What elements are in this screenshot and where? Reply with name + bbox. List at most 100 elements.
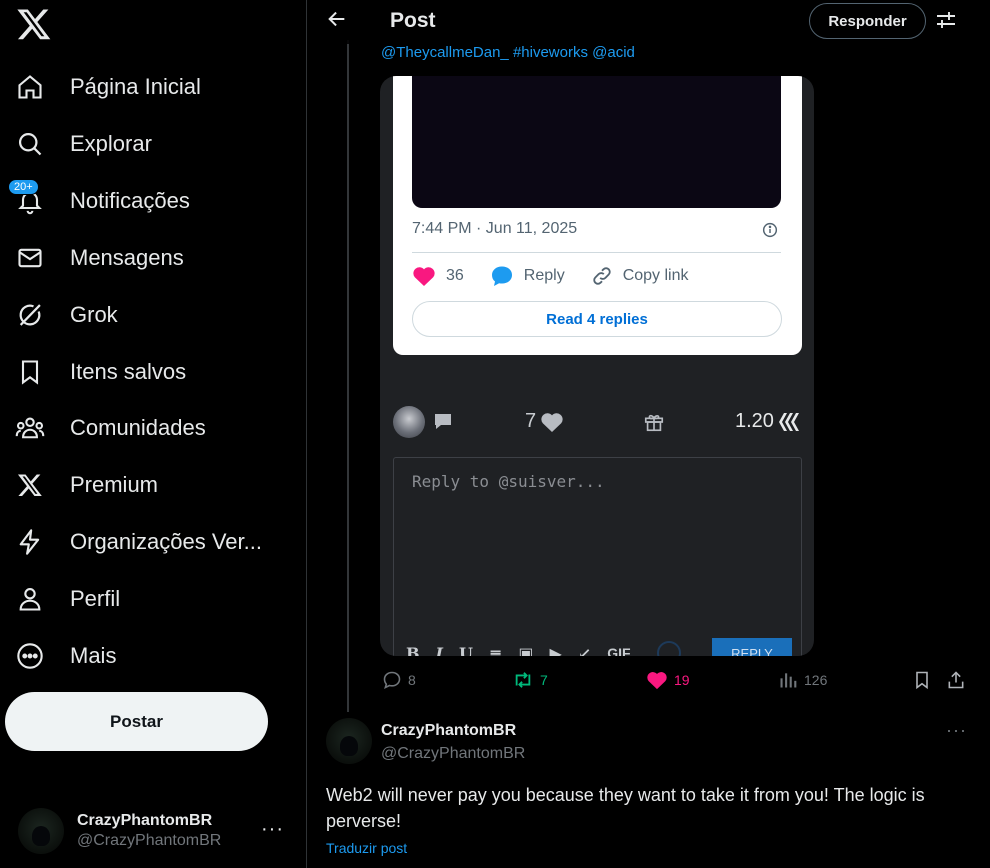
embedded-tweet[interactable]: 7:44 PM · Jun 11, 2025 36 Reply Copy lin… [393, 76, 802, 355]
bell-icon: 20+ [8, 179, 46, 217]
gif-button[interactable]: GIF [607, 645, 630, 656]
nav-bookmarks-label: Itens salvos [70, 359, 187, 384]
person-icon [14, 583, 46, 615]
nav-bookmarks[interactable]: Itens salvos [14, 350, 186, 394]
nav-explore[interactable]: Explorar [14, 122, 152, 166]
reply-icon [383, 671, 401, 689]
header-reply-button[interactable]: Responder [809, 3, 926, 39]
editor-toolbar: B I U ≡ ▣ ▶ ↙ GIF [406, 638, 681, 656]
comment-icon[interactable] [433, 413, 453, 431]
embed-actions: 36 Reply Copy link [412, 264, 715, 288]
notification-badge: 20+ [8, 179, 39, 195]
share-action[interactable] [946, 670, 972, 690]
embed-reply[interactable]: Reply [490, 265, 565, 287]
x-logo-icon[interactable] [16, 6, 52, 42]
nav-notifications[interactable]: 20+ Notificações [8, 179, 190, 223]
nav-messages-label: Mensagens [70, 245, 184, 270]
grok-icon [14, 299, 46, 331]
image-button[interactable]: ▣ [518, 644, 533, 657]
reply-author-handle[interactable]: @CrazyPhantomBR [381, 745, 525, 763]
link-button[interactable]: ↙ [578, 644, 591, 657]
reply-action[interactable]: 8 [382, 670, 416, 690]
card-stats: 7 1.20 [393, 406, 803, 438]
embed-like-count: 36 [446, 267, 464, 284]
bookmark-icon [14, 356, 46, 388]
account-handle: @CrazyPhantomBR [77, 832, 222, 849]
payout-value[interactable]: 1.20 [735, 410, 800, 433]
post-actions: 8 7 19 126 [380, 670, 970, 694]
reply-count: 8 [408, 672, 416, 688]
list-button[interactable]: ≡ [489, 644, 502, 657]
reply-textarea[interactable] [394, 458, 801, 628]
link-icon [593, 267, 611, 285]
translate-link[interactable]: Traduzir post [326, 840, 407, 856]
vote-control[interactable]: 7 [525, 410, 564, 433]
account-more-icon[interactable]: ··· [261, 818, 284, 841]
reply-more-icon[interactable]: ··· [946, 720, 967, 741]
nav-home[interactable]: Página Inicial [14, 65, 201, 109]
speech-bubble-icon [491, 266, 512, 286]
bold-button[interactable]: B [406, 644, 420, 657]
nav-premium-label: Premium [70, 472, 159, 497]
more-circle-icon [14, 640, 46, 672]
views-action[interactable]: 126 [778, 670, 827, 690]
embed-like[interactable]: 36 [412, 265, 464, 287]
italic-button[interactable]: I [436, 644, 443, 657]
search-icon [14, 128, 46, 160]
avatar[interactable] [326, 718, 372, 764]
nav-home-label: Página Inicial [70, 74, 201, 99]
like-action[interactable]: 19 [646, 670, 690, 690]
read-replies-button[interactable]: Read 4 replies [412, 301, 782, 337]
hive-logo-icon [778, 412, 799, 431]
communities-icon [14, 412, 46, 444]
like-count: 19 [674, 672, 690, 688]
embed-timestamp[interactable]: 7:44 PM · Jun 11, 2025 [412, 220, 577, 238]
nav-more[interactable]: Mais [14, 634, 116, 678]
nav-communities[interactable]: Comunidades [14, 406, 206, 450]
nav-profile-label: Perfil [70, 586, 121, 611]
divider [412, 252, 781, 253]
settings-sliders-icon[interactable] [934, 8, 958, 32]
reply-author-name[interactable]: CrazyPhantomBR [381, 722, 516, 740]
embed-copy-link[interactable]: Copy link [591, 265, 689, 287]
voter-avatar[interactable] [393, 406, 425, 438]
thread-line [347, 40, 349, 712]
repost-action[interactable]: 7 [512, 670, 548, 690]
nav-messages[interactable]: Mensagens [14, 236, 184, 280]
repost-icon [515, 672, 531, 688]
nav-verified-orgs-label: Organizações Ver... [70, 529, 262, 554]
char-counter-icon [656, 641, 681, 656]
back-arrow-icon[interactable] [326, 8, 352, 34]
heart-icon [413, 267, 435, 286]
video-button[interactable]: ▶ [550, 644, 562, 657]
editor-reply-button[interactable]: REPLY [712, 638, 792, 656]
mail-icon [14, 242, 46, 274]
page-title: Post [390, 9, 436, 32]
view-count: 126 [804, 672, 828, 688]
page-header: Post Responder [308, 0, 990, 44]
nav-profile[interactable]: Perfil [14, 577, 120, 621]
nav-grok[interactable]: Grok [14, 293, 118, 337]
payout-amount: 1.20 [735, 410, 774, 432]
account-name: CrazyPhantomBR [77, 812, 213, 829]
nav-notifications-label: Notificações [70, 188, 190, 213]
nav-explore-label: Explorar [70, 131, 152, 156]
bookmark-icon [916, 671, 928, 690]
gift-icon[interactable] [643, 411, 665, 433]
info-icon[interactable] [762, 222, 778, 238]
nav-premium[interactable]: Premium [14, 463, 158, 507]
nav-communities-label: Comunidades [70, 415, 206, 440]
bookmark-action[interactable] [912, 670, 938, 690]
underline-button[interactable]: U [459, 644, 473, 657]
avatar [18, 808, 64, 854]
nav-verified-orgs[interactable]: Organizações Ver... [14, 520, 262, 564]
post-hashtags[interactable]: @TheycallmeDan_ #hiveworks @acid [381, 44, 635, 62]
embedded-media [412, 76, 781, 208]
embed-copy-link-label: Copy link [622, 267, 689, 284]
nav-more-label: Mais [70, 643, 117, 668]
nav-grok-label: Grok [70, 302, 118, 327]
repost-count: 7 [540, 672, 548, 688]
home-icon [14, 71, 46, 103]
account-switcher[interactable]: CrazyPhantomBR @CrazyPhantomBR ··· [18, 806, 298, 856]
post-button[interactable]: Postar [5, 692, 268, 751]
